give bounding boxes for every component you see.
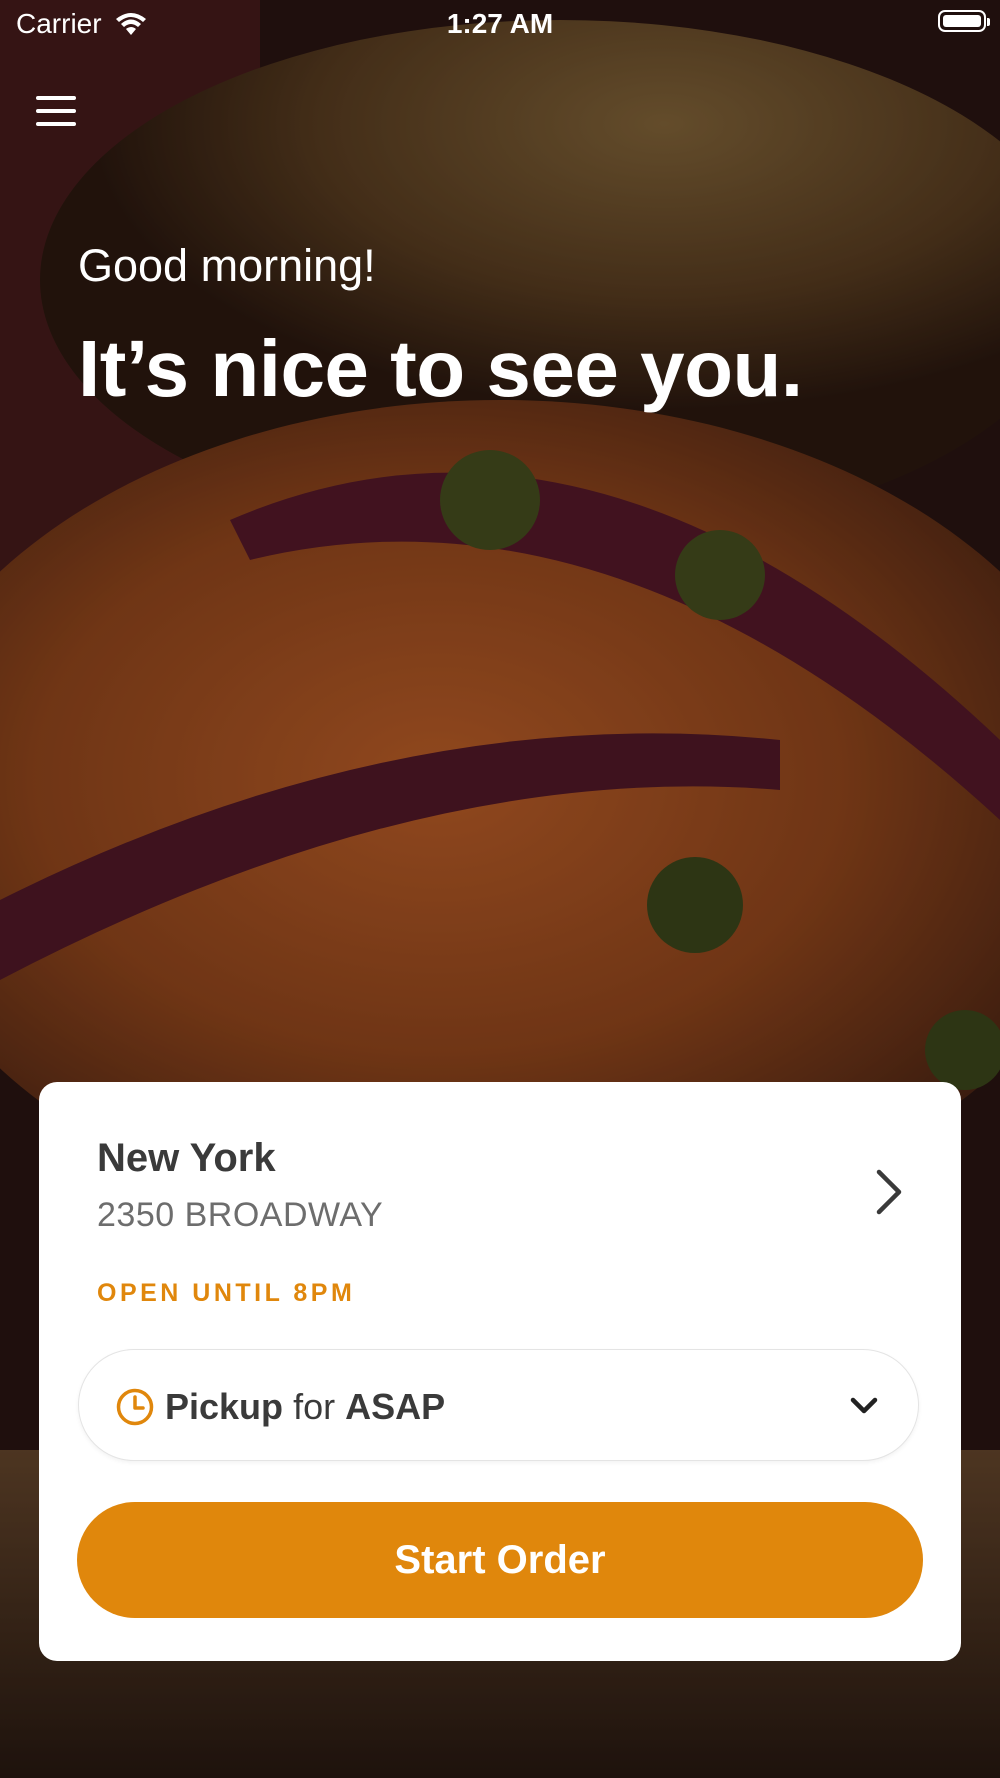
start-order-button[interactable]: Start Order [77, 1502, 923, 1618]
store-address[interactable]: 2350 BROADWAY [97, 1196, 383, 1235]
status-time: 1:27 AM [446, 8, 554, 39]
greeting-text: Good morning! [78, 240, 376, 291]
store-hours: OPEN UNTIL 8PM [97, 1279, 356, 1307]
status-right [938, 10, 990, 32]
store-name[interactable]: New York [97, 1136, 276, 1181]
store-card: New York 2350 BROADWAY OPEN UNTIL 8PM Pi… [39, 1082, 961, 1661]
order-mode-connector: for [293, 1386, 336, 1427]
status-bar: Carrier 1:27 AM [0, 0, 1000, 50]
chevron-right-icon[interactable] [869, 1162, 909, 1222]
menu-line [36, 109, 76, 113]
order-mode-time: ASAP [345, 1386, 446, 1427]
order-mode-type: Pickup [165, 1386, 284, 1427]
order-mode-selector[interactable]: Pickup for ASAP [78, 1349, 919, 1461]
menu-line [36, 96, 76, 100]
clock-icon [116, 1388, 154, 1426]
menu-line [36, 122, 76, 126]
headline-text: It’s nice to see you. [78, 324, 803, 413]
chevron-down-icon [850, 1397, 878, 1414]
battery-level [943, 15, 981, 27]
battery-icon [938, 10, 990, 32]
order-mode-text: Pickup for ASAP [165, 1386, 445, 1428]
hamburger-menu-icon[interactable] [36, 94, 78, 130]
